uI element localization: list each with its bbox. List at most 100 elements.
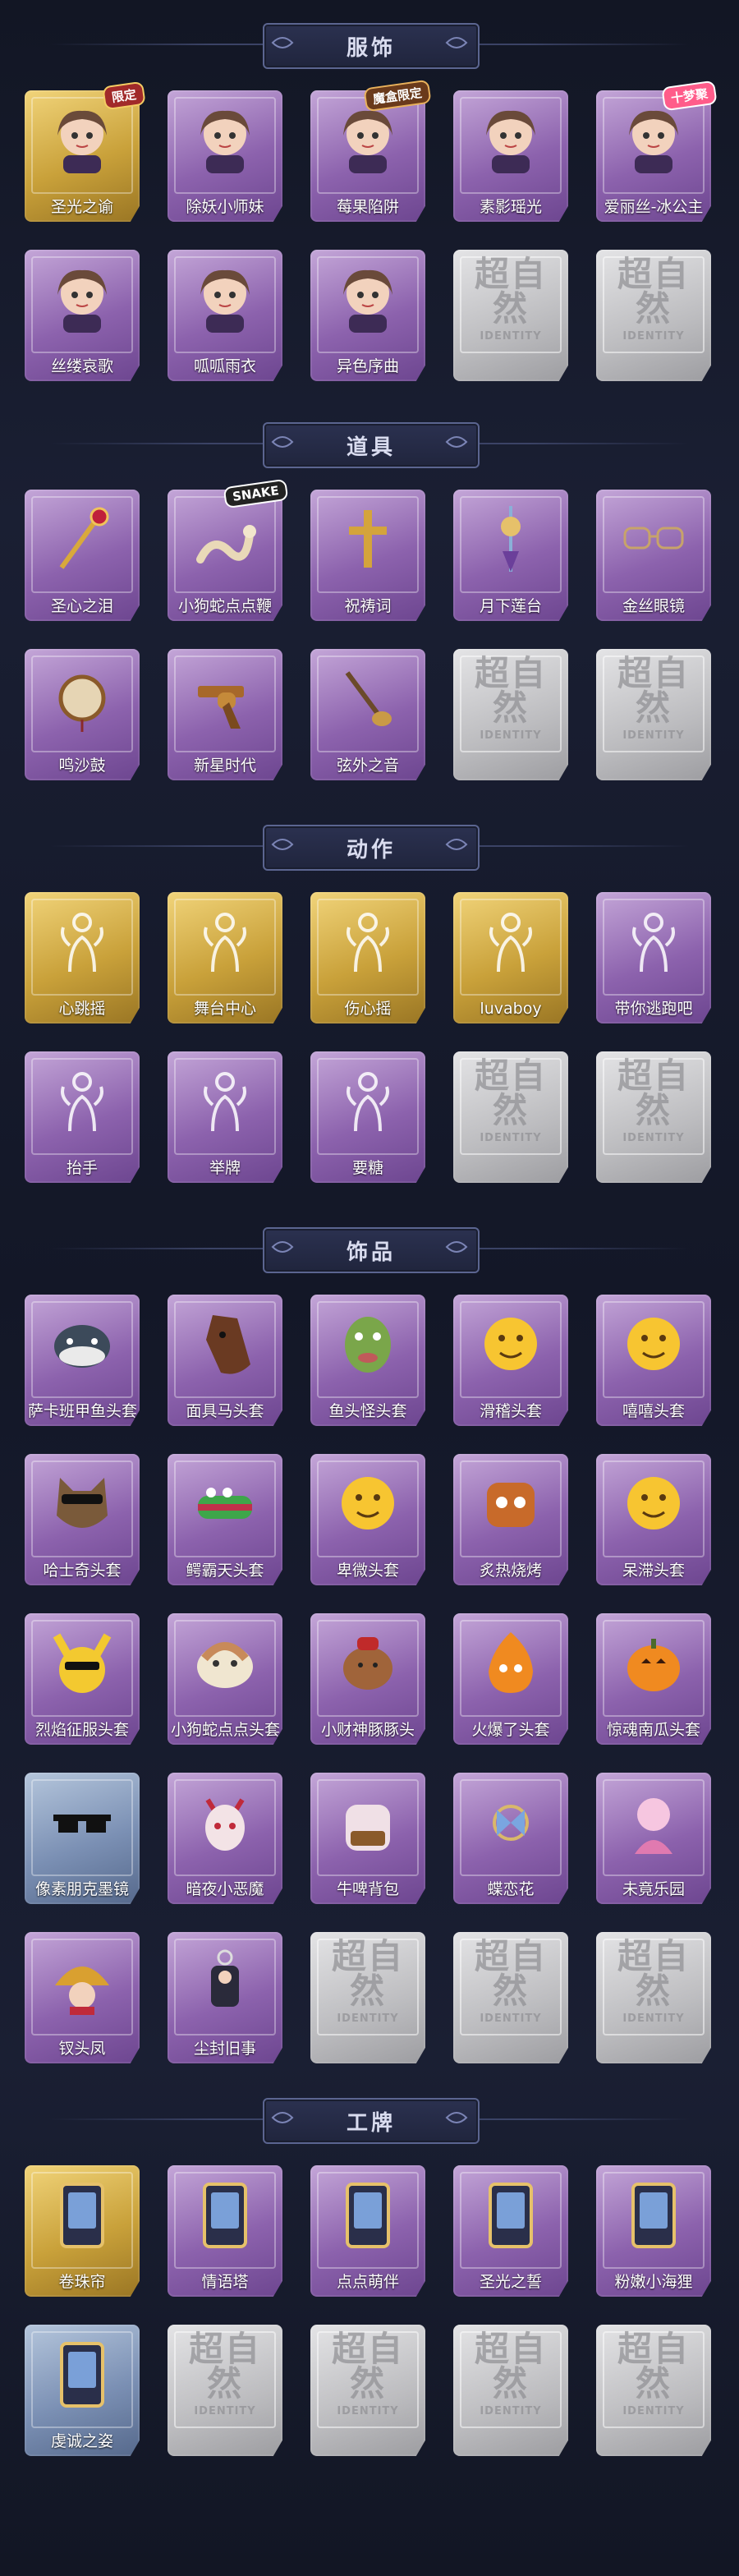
- item-card[interactable]: 未竟乐园: [596, 1773, 711, 1904]
- item-card[interactable]: 鳄霸天头套: [168, 1454, 282, 1585]
- item-card[interactable]: 烈焰征服头套: [25, 1613, 140, 1745]
- item-card[interactable]: 火爆了头套: [453, 1613, 568, 1745]
- lantern-icon: [471, 499, 550, 578]
- ornament-icon: [271, 436, 294, 448]
- item-card[interactable]: 萨卡班甲鱼头套: [25, 1295, 140, 1426]
- section-header: 服饰: [0, 12, 739, 77]
- item-card[interactable]: 举牌: [168, 1051, 282, 1183]
- item-card[interactable]: luvaboy: [453, 892, 568, 1024]
- emoji-face-icon: [614, 1304, 693, 1383]
- item-card[interactable]: 小狗蛇点点头套: [168, 1613, 282, 1745]
- item-card[interactable]: 粉嫩小海狸: [596, 2165, 711, 2297]
- placeholder-subtext: IDENTITY: [480, 2012, 542, 2025]
- item-card[interactable]: 要糖: [310, 1051, 425, 1183]
- placeholder-text: 超自然: [331, 1935, 404, 2011]
- item-card[interactable]: 圣光之誓: [453, 2165, 568, 2297]
- item-card[interactable]: 抬手: [25, 1051, 140, 1183]
- item-label: [457, 1158, 565, 1178]
- item-label: 异色序曲: [336, 357, 399, 375]
- item-card[interactable]: 新星时代: [168, 649, 282, 780]
- item-card[interactable]: 素影瑶光: [453, 90, 568, 222]
- item-card[interactable]: 情语塔: [168, 2165, 282, 2297]
- item-label: 金丝眼镜: [622, 597, 685, 615]
- item-card[interactable]: 圣光之谕 限定: [25, 80, 146, 222]
- item-label: 暗夜小恶魔: [186, 1880, 264, 1898]
- item-label: 烈焰征服头套: [34, 1721, 129, 1739]
- placeholder-subtext: IDENTITY: [622, 1131, 685, 1144]
- item-card[interactable]: 蝶恋花: [453, 1773, 568, 1904]
- item-card[interactable]: 尘封旧事: [168, 1932, 282, 2063]
- item-card[interactable]: 月下莲台: [453, 490, 568, 621]
- item-card[interactable]: 圣心之泪: [25, 490, 140, 621]
- item-card[interactable]: 嘻嘻头套: [596, 1295, 711, 1426]
- locked-item-card[interactable]: 超自然 IDENTITY: [453, 1932, 568, 2063]
- item-card[interactable]: 惊魂南瓜头套: [596, 1613, 711, 1745]
- item-card[interactable]: 鸣沙鼓: [25, 649, 140, 780]
- locked-item-card[interactable]: 超自然 IDENTITY: [453, 2325, 568, 2456]
- item-card[interactable]: 卑微头套: [310, 1454, 425, 1585]
- locked-item-card[interactable]: 超自然 IDENTITY: [453, 1051, 568, 1183]
- item-card[interactable]: 牛啤背包: [310, 1773, 425, 1904]
- locked-item-card[interactable]: 超自然 IDENTITY: [596, 250, 711, 381]
- item-card[interactable]: 心跳摇: [25, 892, 140, 1024]
- placeholder-icon: 超自然 IDENTITY: [471, 1939, 550, 2025]
- gesture-icon: [614, 902, 693, 981]
- item-card[interactable]: 弦外之音: [310, 649, 425, 780]
- locked-item-card[interactable]: 超自然 IDENTITY: [453, 250, 568, 381]
- item-card[interactable]: 像素朋克墨镜: [25, 1773, 140, 1904]
- item-card[interactable]: 带你逃跑吧: [596, 892, 711, 1024]
- item-card[interactable]: 小财神豚豚头: [310, 1613, 425, 1745]
- item-label: 萨卡班甲鱼头套: [28, 1402, 136, 1420]
- placeholder-icon: 超自然 IDENTITY: [471, 256, 550, 342]
- item-card[interactable]: 卷珠帘: [25, 2165, 140, 2297]
- item-card[interactable]: 呱呱雨衣: [168, 250, 282, 381]
- snake-whip-icon: [186, 499, 264, 578]
- item-card[interactable]: 钗头凤: [25, 1932, 140, 2063]
- placeholder-icon: 超自然 IDENTITY: [328, 1939, 407, 2024]
- scepter-icon: [43, 499, 122, 578]
- placeholder-text: 超自然: [617, 1935, 690, 2011]
- locked-item-card[interactable]: 超自然 IDENTITY: [168, 2325, 282, 2456]
- item-label: 小狗蛇点点鞭: [177, 597, 272, 615]
- item-label: 小财神豚豚头: [320, 1721, 415, 1739]
- character-portrait-icon: [186, 260, 264, 338]
- placeholder-subtext: IDENTITY: [194, 2404, 256, 2417]
- locked-item-card[interactable]: 超自然 IDENTITY: [596, 1051, 711, 1183]
- item-label: 点点萌伴: [336, 2273, 399, 2291]
- item-card[interactable]: 鱼头怪头套: [310, 1295, 425, 1426]
- item-card[interactable]: 伤心摇: [310, 892, 425, 1024]
- item-card[interactable]: 异色序曲: [310, 250, 425, 381]
- item-label: 滑稽头套: [479, 1402, 542, 1420]
- placeholder-text: 超自然: [474, 652, 547, 728]
- item-card[interactable]: 虔诚之姿: [25, 2325, 140, 2456]
- item-card[interactable]: 炙热烧烤: [453, 1454, 568, 1585]
- item-label: [314, 2039, 422, 2058]
- item-card[interactable]: 暗夜小恶魔: [168, 1773, 282, 1904]
- item-card[interactable]: 金丝眼镜: [596, 490, 711, 621]
- item-card[interactable]: 点点萌伴: [310, 2165, 425, 2297]
- item-card[interactable]: 小狗蛇点点鞭 SNAKE: [168, 478, 289, 621]
- item-card[interactable]: 爱丽丝-冰公主 十梦聚: [596, 80, 718, 222]
- item-card[interactable]: 面具马头套: [168, 1295, 282, 1426]
- item-card[interactable]: 哈士奇头套: [25, 1454, 140, 1585]
- item-card[interactable]: 除妖小师妹: [168, 90, 282, 222]
- item-card[interactable]: 呆滞头套: [596, 1454, 711, 1585]
- placeholder-text: 超自然: [331, 2328, 404, 2404]
- locked-item-card[interactable]: 超自然 IDENTITY: [453, 649, 568, 780]
- locked-item-card[interactable]: 超自然 IDENTITY: [596, 1932, 711, 2063]
- placeholder-icon: 超自然 IDENTITY: [328, 2331, 407, 2417]
- item-label: 虔诚之姿: [50, 2432, 113, 2450]
- item-label: [599, 756, 708, 775]
- locked-item-card[interactable]: 超自然 IDENTITY: [310, 1932, 425, 2063]
- item-card[interactable]: 丝缕哀歌: [25, 250, 140, 381]
- locked-item-card[interactable]: 超自然 IDENTITY: [310, 2325, 425, 2456]
- headdress-icon: [43, 1942, 122, 2021]
- pumpkin-head-icon: [614, 1623, 693, 1702]
- item-card[interactable]: 舞台中心: [168, 892, 282, 1024]
- locked-item-card[interactable]: 超自然 IDENTITY: [596, 649, 711, 780]
- item-card[interactable]: 莓果陷阱 魔盒限定: [310, 79, 432, 222]
- locked-item-card[interactable]: 超自然 IDENTITY: [596, 2325, 711, 2456]
- item-card[interactable]: 祝祷词: [310, 490, 425, 621]
- item-label: 卑微头套: [336, 1562, 399, 1580]
- item-card[interactable]: 滑稽头套: [453, 1295, 568, 1426]
